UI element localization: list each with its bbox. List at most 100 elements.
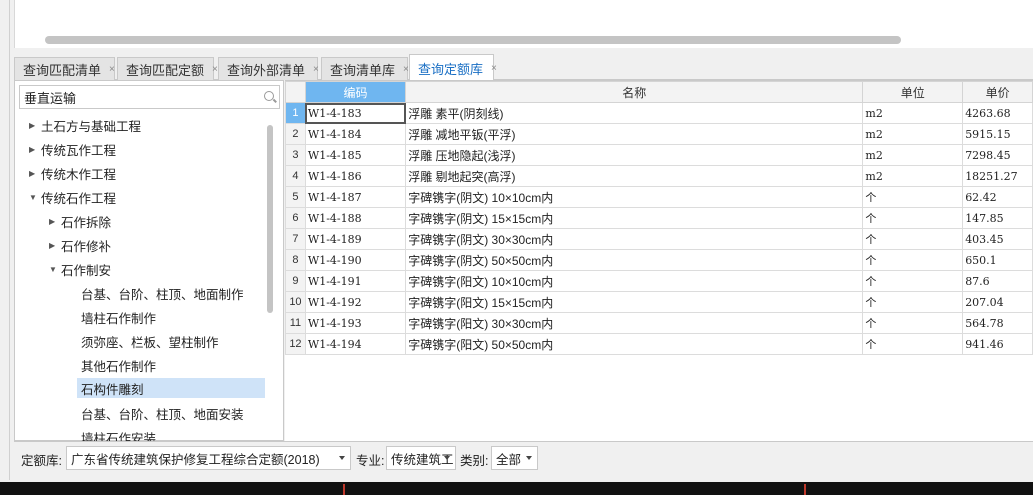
cell-unit[interactable]: 个 [862, 270, 964, 292]
tree-item-stone-demolition[interactable]: ▶ 石作拆除 [49, 211, 111, 231]
tree-item-leaf[interactable]: 其他石作制作 [81, 355, 156, 375]
cell-price[interactable]: 147.85 [962, 207, 1033, 229]
cell-price[interactable]: 207.04 [962, 291, 1033, 313]
cell-price[interactable]: 941.46 [962, 333, 1033, 355]
cell-unit[interactable]: m2 [862, 102, 964, 124]
tree-item-leaf[interactable]: 墙柱石作制作 [81, 307, 156, 327]
cell-code[interactable]: W1-4-192 [304, 291, 407, 313]
cell-price[interactable]: 564.78 [962, 312, 1033, 334]
cell-name[interactable]: 浮雕 减地平钣(平浮) [405, 123, 864, 145]
cell-name[interactable]: 字碑镌字(阴文) 50×50cm内 [405, 249, 864, 271]
column-header-name[interactable]: 名称 [405, 81, 864, 103]
cell-code[interactable]: W1-4-194 [304, 333, 407, 355]
cell-name[interactable]: 字碑镌字(阳文) 30×30cm内 [405, 312, 864, 334]
cell-code[interactable]: W1-4-191 [304, 270, 407, 292]
cell-price[interactable]: 87.6 [962, 270, 1033, 292]
tab-list-library[interactable]: 查询清单库 × [321, 57, 409, 80]
table-row[interactable]: 8 W1-4-190 字碑镌字(阴文) 50×50cm内 个 650.1 [285, 249, 1033, 271]
cell-price[interactable]: 5915.15 [962, 123, 1033, 145]
cell-code[interactable]: W1-4-185 [304, 144, 407, 166]
row-number[interactable]: 10 [285, 291, 306, 313]
cell-unit[interactable]: 个 [862, 228, 964, 250]
tab-external-list[interactable]: 查询外部清单 × [218, 57, 319, 80]
row-number[interactable]: 11 [285, 312, 306, 334]
cell-code[interactable]: W1-4-189 [304, 228, 407, 250]
cell-name[interactable]: 字碑镌字(阳文) 15×15cm内 [405, 291, 864, 313]
column-header-unit[interactable]: 单位 [862, 81, 964, 103]
cell-price[interactable]: 403.45 [962, 228, 1033, 250]
tree-item-leaf[interactable]: 台基、台阶、柱顶、地面安装 [81, 403, 244, 423]
row-number[interactable]: 7 [285, 228, 306, 250]
cell-unit[interactable]: 个 [862, 291, 964, 313]
row-number[interactable]: 6 [285, 207, 306, 229]
tree-item-leaf[interactable]: 墙柱石作安装 [81, 427, 156, 442]
table-row[interactable]: 2 W1-4-184 浮雕 减地平钣(平浮) m2 5915.15 [285, 123, 1033, 145]
close-icon[interactable]: × [109, 64, 115, 75]
cell-price[interactable]: 18251.27 [962, 165, 1033, 187]
cell-unit[interactable]: m2 [862, 165, 964, 187]
collapse-arrow-icon[interactable]: ▼ [49, 265, 61, 274]
expand-arrow-icon[interactable]: ▶ [49, 217, 61, 226]
row-number[interactable]: 8 [285, 249, 306, 271]
cell-unit[interactable]: m2 [862, 144, 964, 166]
row-number[interactable]: 5 [285, 186, 306, 208]
cell-code[interactable]: W1-4-193 [304, 312, 407, 334]
close-icon[interactable]: × [313, 64, 319, 75]
cell-code[interactable]: W1-4-184 [304, 123, 407, 145]
table-row[interactable]: 5 W1-4-187 字碑镌字(阴文) 10×10cm内 个 62.42 [285, 186, 1033, 208]
search-icon[interactable] [264, 91, 274, 101]
cell-name[interactable]: 字碑镌字(阴文) 10×10cm内 [405, 186, 864, 208]
tree-item-leaf[interactable]: 台基、台阶、柱顶、地面制作 [81, 283, 244, 303]
quota-library-dropdown[interactable]: 广东省传统建筑保护修复工程综合定额(2018) [66, 446, 351, 470]
cell-name[interactable]: 浮雕 素平(阴刻线) [405, 102, 864, 124]
table-row[interactable]: 9 W1-4-191 字碑镌字(阳文) 10×10cm内 个 87.6 [285, 270, 1033, 292]
cell-code[interactable]: W1-4-190 [304, 249, 407, 271]
cell-price[interactable]: 4263.68 [962, 102, 1033, 124]
cell-price[interactable]: 650.1 [962, 249, 1033, 271]
row-number[interactable]: 12 [285, 333, 306, 355]
close-icon[interactable]: × [403, 64, 409, 75]
cell-unit[interactable]: 个 [862, 333, 964, 355]
close-icon[interactable]: × [212, 64, 218, 75]
column-header-code[interactable]: 编码 [304, 81, 407, 103]
tree-item-earthwork[interactable]: ▶ 土石方与基础工程 [29, 115, 141, 135]
table-row[interactable]: 1 W1-4-183 浮雕 素平(阴刻线) m2 4263.68 [285, 102, 1033, 124]
table-row[interactable]: 11 W1-4-193 字碑镌字(阳文) 30×30cm内 个 564.78 [285, 312, 1033, 334]
tree-item-stone-carving[interactable]: 石构件雕刻 [77, 378, 265, 398]
table-row[interactable]: 7 W1-4-189 字碑镌字(阴文) 30×30cm内 个 403.45 [285, 228, 1033, 250]
expand-arrow-icon[interactable]: ▶ [49, 241, 61, 250]
cell-name[interactable]: 字碑镌字(阳文) 10×10cm内 [405, 270, 864, 292]
specialty-dropdown[interactable]: 传统建筑工 [386, 446, 456, 470]
tree-item-stone-repair[interactable]: ▶ 石作修补 [49, 235, 111, 255]
cell-price[interactable]: 62.42 [962, 186, 1033, 208]
search-input[interactable] [20, 86, 250, 108]
row-number[interactable]: 2 [285, 123, 306, 145]
cell-name[interactable]: 浮雕 压地隐起(浅浮) [405, 144, 864, 166]
expand-arrow-icon[interactable]: ▶ [29, 121, 41, 130]
row-number[interactable]: 1 [285, 102, 306, 124]
column-header-price[interactable]: 单价 [962, 81, 1033, 103]
table-row[interactable]: 10 W1-4-192 字碑镌字(阳文) 15×15cm内 个 207.04 [285, 291, 1033, 313]
cell-name[interactable]: 字碑镌字(阳文) 50×50cm内 [405, 333, 864, 355]
tab-match-quota[interactable]: 查询匹配定额 × [117, 57, 218, 80]
tree-item-stone-work[interactable]: ▼ 传统石作工程 [29, 187, 116, 207]
cell-code[interactable]: W1-4-186 [304, 165, 407, 187]
cell-name[interactable]: 浮雕 剔地起突(高浮) [405, 165, 864, 187]
table-row[interactable]: 3 W1-4-185 浮雕 压地隐起(浅浮) m2 7298.45 [285, 144, 1033, 166]
horizontal-scrollbar[interactable] [45, 36, 901, 44]
close-icon[interactable]: × [491, 63, 497, 74]
cell-unit[interactable]: m2 [862, 123, 964, 145]
tree-item-tile-work[interactable]: ▶ 传统瓦作工程 [29, 139, 116, 159]
table-row[interactable]: 12 W1-4-194 字碑镌字(阳文) 50×50cm内 个 941.46 [285, 333, 1033, 355]
tree-vertical-scrollbar[interactable] [267, 125, 273, 313]
cell-unit[interactable]: 个 [862, 207, 964, 229]
expand-arrow-icon[interactable]: ▶ [29, 169, 41, 178]
tree-item-wood-work[interactable]: ▶ 传统木作工程 [29, 163, 116, 183]
row-number[interactable]: 9 [285, 270, 306, 292]
collapse-arrow-icon[interactable]: ▼ [29, 193, 41, 202]
cell-code[interactable]: W1-4-188 [304, 207, 407, 229]
cell-name[interactable]: 字碑镌字(阴文) 30×30cm内 [405, 228, 864, 250]
tab-quota-library[interactable]: 查询定额库 × [409, 54, 497, 81]
table-row[interactable]: 4 W1-4-186 浮雕 剔地起突(高浮) m2 18251.27 [285, 165, 1033, 187]
tree-item-leaf[interactable]: 须弥座、栏板、望柱制作 [81, 331, 219, 351]
